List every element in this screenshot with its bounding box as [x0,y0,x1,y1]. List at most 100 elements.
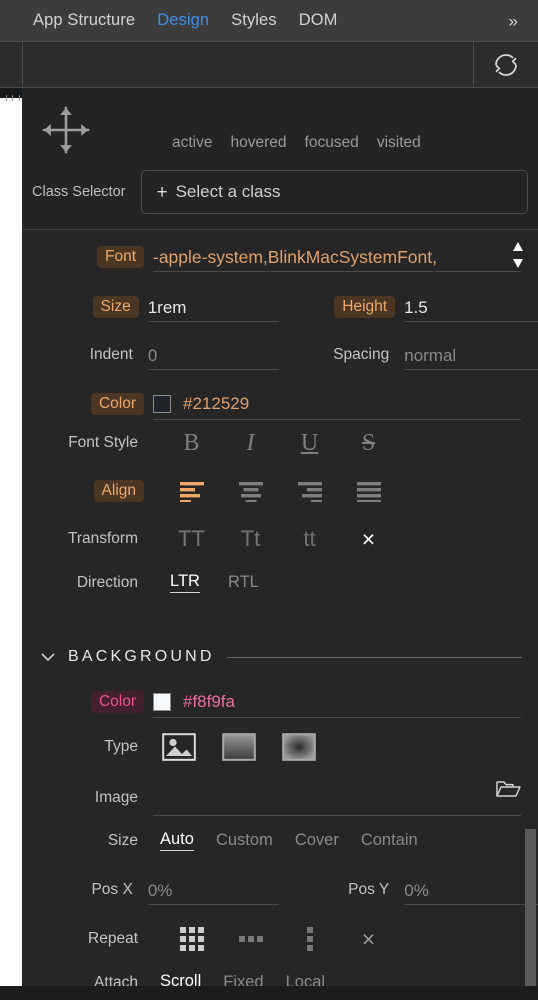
line-height-value: 1.5 [404,298,428,317]
spacing-value: normal [404,346,457,365]
background-pos-y-label: Pos Y [348,881,390,898]
font-size-value: 1rem [147,298,187,317]
background-size-label: Size [107,831,138,849]
tab-overflow-icon[interactable]: » [509,12,518,29]
align-options [162,478,398,504]
font-style-label: Font Style [68,434,138,451]
tab-dom[interactable]: DOM [299,11,338,30]
background-color-value: #f8f9fa [183,691,235,711]
uppercase-icon[interactable]: TT [162,526,221,552]
repeat-both-icon[interactable] [162,926,221,952]
command-strip [0,41,538,88]
repeat-x-icon[interactable] [221,926,280,952]
font-family-value: -apple-system,BlinkMacSystemFont, [153,247,437,267]
background-repeat-label: Repeat [88,930,138,947]
transform-options: TT Tt tt × [162,526,398,552]
font-style-options: B I U S [162,430,398,456]
font-size-field[interactable]: 1rem [147,292,279,322]
add-class-icon: + [156,181,168,203]
radial-gradient-icon[interactable] [282,732,316,762]
bottom-bar [0,986,538,1000]
tab-design[interactable]: Design [157,11,209,30]
background-section-header[interactable]: BACKGROUND [22,648,538,666]
properties-scrollbar-thumb[interactable] [525,829,536,1000]
state-hovered[interactable]: hovered [231,134,287,152]
line-height-field[interactable]: 1.5 [404,292,538,322]
spacing-field[interactable]: normal [404,340,538,370]
background-type-label: Type [104,738,138,755]
align-right-icon[interactable] [280,478,339,504]
state-focused[interactable]: focused [305,134,359,152]
indent-value: 0 [147,346,158,365]
background-pos-y-value: 0% [404,881,429,900]
background-repeat-options: × [162,926,398,952]
tab-app-structure[interactable]: App Structure [33,11,135,30]
direction-rtl[interactable]: RTL [228,573,259,592]
background-size-options: Auto Custom Cover Contain [160,830,418,851]
text-color-field[interactable]: #212529 [153,388,521,420]
direction-label: Direction [76,573,138,591]
strip-divider-left [22,42,23,87]
class-selector-input[interactable]: + Select a class [141,170,528,214]
class-selector-placeholder: Select a class [175,182,281,201]
indent-field[interactable]: 0 [147,340,279,370]
align-label: Align [93,479,144,503]
direction-ltr[interactable]: LTR [170,572,200,593]
text-color-label: Color [90,392,144,416]
font-label: Font [96,245,144,269]
refresh-button[interactable] [474,42,538,87]
folder-open-icon[interactable] [495,778,521,805]
section-rule [226,656,522,658]
panel-tabbar: App Structure Design Styles DOM » [0,0,538,41]
pseudo-state-list: active hovered focused visited [172,134,421,152]
transform-none-icon[interactable]: × [339,526,398,552]
spacing-label: Spacing [333,346,390,363]
font-family-field[interactable]: -apple-system,BlinkMacSystemFont, [153,242,523,272]
line-height-label: Height [334,295,396,319]
strikethrough-icon[interactable]: S [339,430,398,456]
state-visited[interactable]: visited [377,134,421,152]
background-color-label: Color [90,690,144,714]
indent-label: Indent [89,346,133,363]
transform-label: Transform [67,530,138,547]
tab-styles[interactable]: Styles [231,11,277,30]
class-selector-label: Class Selector [32,184,126,200]
capitalize-icon[interactable]: Tt [221,526,280,552]
refresh-icon [495,53,517,76]
state-active[interactable]: active [172,134,213,152]
repeat-none-icon[interactable]: × [339,926,398,952]
background-pos-x-label: Pos X [91,881,133,898]
move-handle-icon[interactable] [38,102,94,158]
align-justify-icon[interactable] [339,478,398,504]
bg-size-auto[interactable]: Auto [160,830,194,851]
devtools-design-panel: App Structure Design Styles DOM » active… [0,0,538,1000]
background-type-options [162,732,316,762]
align-center-icon[interactable] [221,478,280,504]
bg-size-contain[interactable]: Contain [361,831,418,850]
class-selector-row: Class Selector + Select a class [32,170,528,214]
lowercase-icon[interactable]: tt [280,526,339,552]
bold-icon[interactable]: B [162,430,221,456]
properties-scrollbar-track[interactable] [524,229,538,1000]
repeat-y-icon[interactable] [280,926,339,952]
underline-icon[interactable]: U [280,430,339,456]
bg-size-cover[interactable]: Cover [295,831,339,850]
text-color-value: #212529 [183,393,250,413]
background-pos-x-field[interactable]: 0% [147,875,279,905]
background-pos-y-field[interactable]: 0% [404,875,538,905]
properties-scroll-area: Font -apple-system,BlinkMacSystemFont, S… [22,229,538,1000]
align-left-icon[interactable] [162,478,221,504]
selector-panel: active hovered focused visited Class Sel… [22,88,538,229]
linear-gradient-icon[interactable] [222,732,256,762]
font-spinner-icon[interactable] [511,240,525,270]
page-underlay [0,98,22,986]
italic-icon[interactable]: I [221,430,280,456]
chevron-down-icon[interactable] [40,650,56,665]
bg-size-custom[interactable]: Custom [216,831,273,850]
background-section-title: BACKGROUND [68,648,215,665]
background-image-field[interactable] [153,780,521,816]
text-color-swatch[interactable] [153,394,171,413]
background-image-icon[interactable] [162,732,196,762]
background-color-field[interactable]: #f8f9fa [153,686,521,718]
background-color-swatch[interactable] [153,692,171,711]
